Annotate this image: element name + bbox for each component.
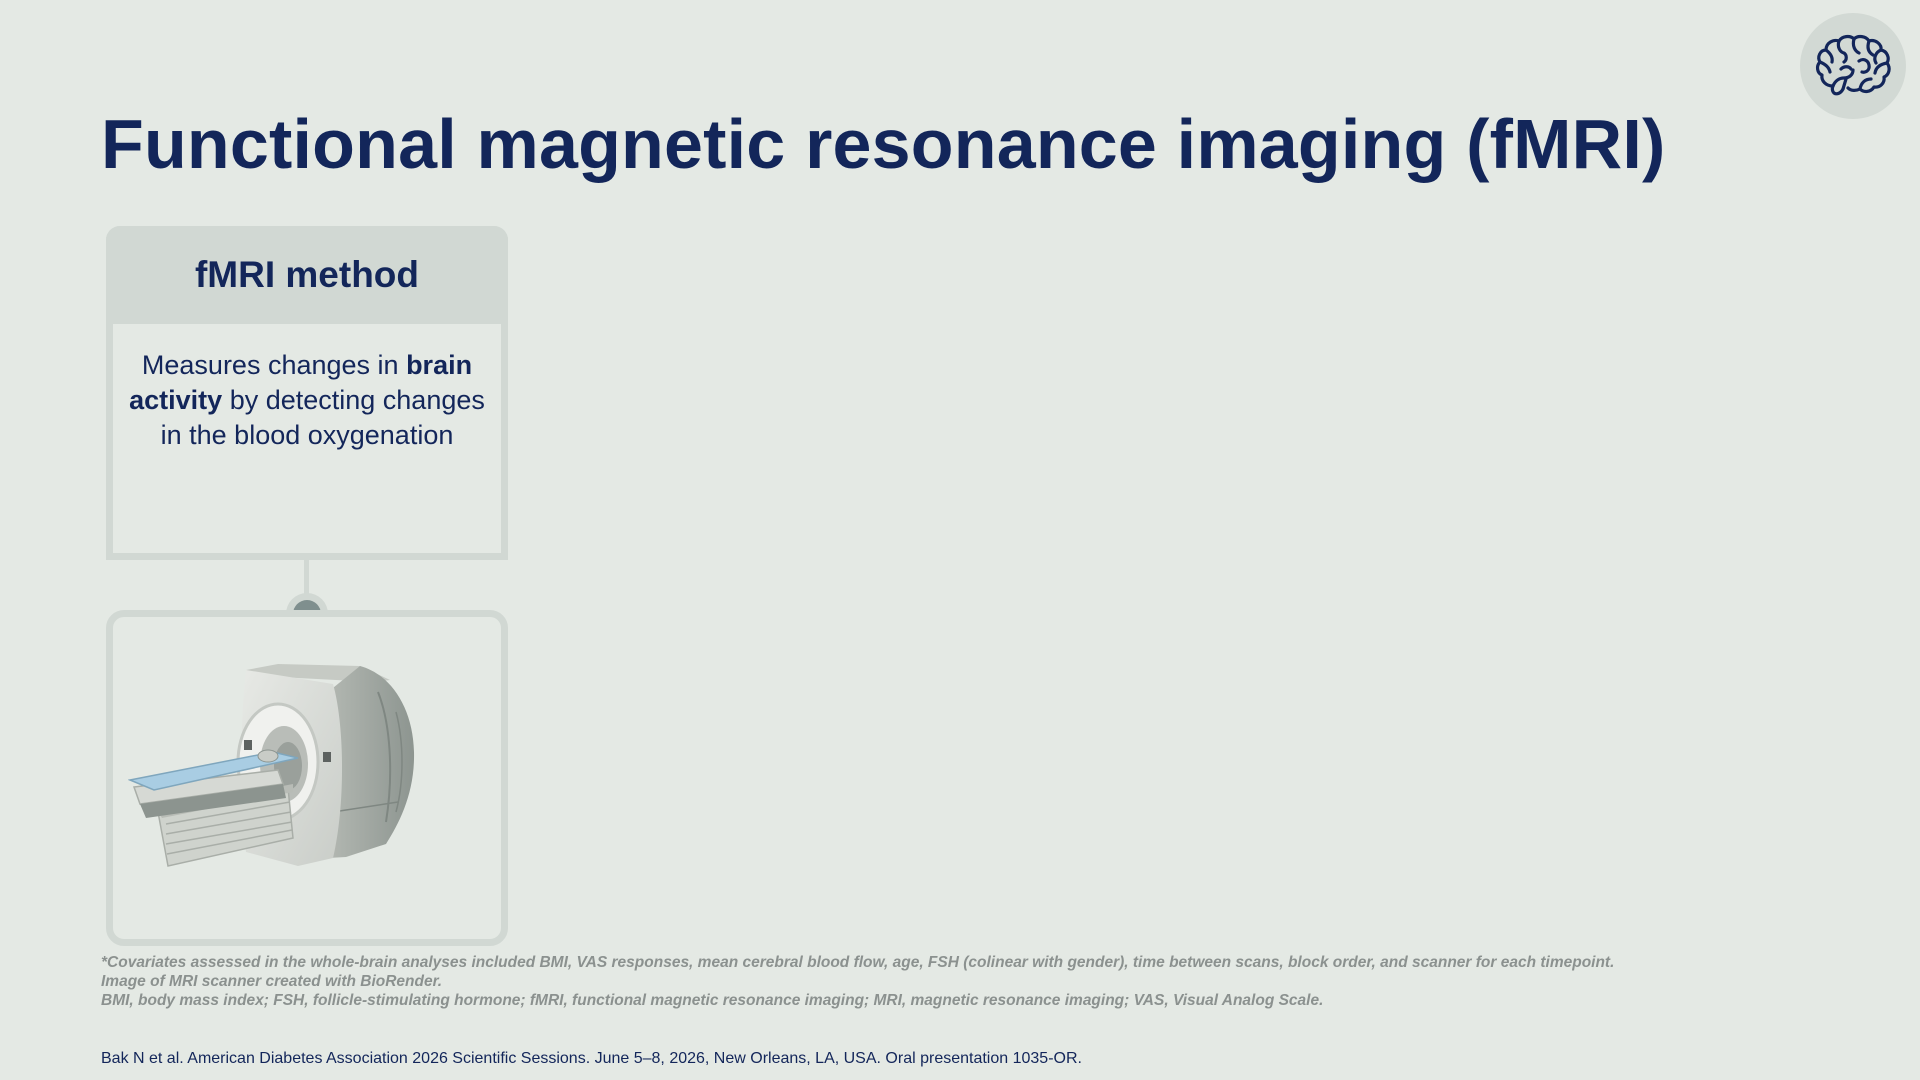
footnote-image-credit: Image of MRI scanner created with BioRen… — [101, 973, 443, 990]
mri-scanner-illustration — [128, 664, 415, 867]
method-body-text-start: Measures changes in — [141, 350, 407, 380]
brain-badge — [1800, 13, 1906, 119]
mri-image-card — [106, 610, 508, 946]
footnote-covariates: *Covariates assessed in the whole-brain … — [101, 954, 1615, 971]
citation: Bak N et al. American Diabetes Associati… — [101, 1050, 1082, 1067]
footnote-abbreviations: BMI, body mass index; FSH, follicle-stim… — [101, 992, 1324, 1009]
method-card-title: fMRI method — [194, 254, 420, 295]
footnotes: *Covariates assessed in the whole-brain … — [101, 953, 1621, 1010]
method-card-header: fMRI method — [106, 226, 508, 324]
brain-icon — [1815, 34, 1891, 96]
slide: Functional magnetic resonance imaging (f… — [0, 0, 1920, 1080]
fmri-method-card: fMRI method Measures changes in brain ac… — [106, 226, 508, 560]
slide-title: Functional magnetic resonance imaging (f… — [101, 105, 1666, 183]
method-card-body: Measures changes in brain activity by de… — [125, 348, 489, 453]
